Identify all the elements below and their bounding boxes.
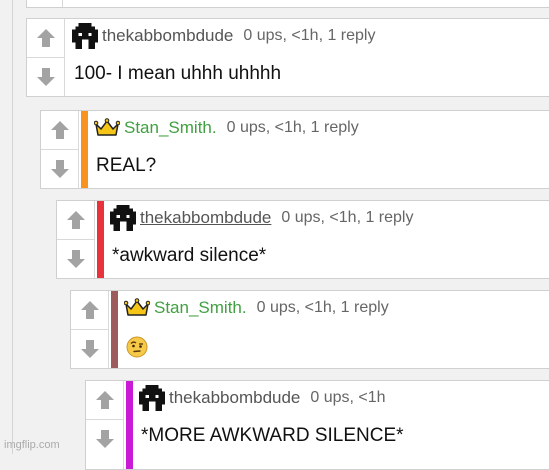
thread-depth-bar <box>111 291 118 368</box>
username[interactable]: thekabbombdude <box>102 26 233 46</box>
thread-depth-bar <box>97 201 104 278</box>
upvote-button[interactable] <box>86 381 124 420</box>
down-arrow-icon <box>96 430 114 448</box>
comment-text: 100- I mean uhhh uhhhh <box>74 63 282 84</box>
upvote-button[interactable] <box>27 19 65 58</box>
comment-text <box>126 336 148 358</box>
pixel-avatar-icon <box>110 205 136 231</box>
down-arrow-icon <box>51 160 69 178</box>
previous-comment-fragment <box>26 0 549 8</box>
pixel-avatar-icon <box>139 385 165 411</box>
downvote-button[interactable] <box>86 420 124 458</box>
raised-eyebrow-emoji <box>126 336 148 358</box>
comment-meta: Stan_Smith. 0 ups, <1h, 1 reply <box>124 296 389 320</box>
username[interactable]: thekabbombdude <box>140 208 271 228</box>
downvote-button[interactable] <box>71 330 109 368</box>
up-arrow-icon <box>67 211 85 229</box>
down-arrow-icon <box>81 340 99 358</box>
username[interactable]: Stan_Smith. <box>154 298 247 318</box>
comment-stats: 0 ups, <1h, 1 reply <box>243 27 376 44</box>
thread-depth-bar <box>81 111 88 188</box>
vote-column <box>86 381 124 469</box>
crown-icon <box>124 298 150 316</box>
comment: thekabbombdude 0 ups, <1h, 1 reply *awkw… <box>56 200 549 279</box>
comment: Stan_Smith. 0 ups, <1h, 1 reply <box>70 290 549 369</box>
downvote-button[interactable] <box>57 240 95 278</box>
comment-meta: thekabbombdude 0 ups, <1h, 1 reply <box>72 23 376 49</box>
vote-column <box>71 291 109 368</box>
thread-depth-bar <box>126 381 133 469</box>
pixel-avatar-icon <box>72 23 98 49</box>
thread-line <box>12 0 13 454</box>
down-arrow-icon <box>37 68 55 86</box>
up-arrow-icon <box>81 301 99 319</box>
upvote-button[interactable] <box>41 111 79 150</box>
comment-meta: Stan_Smith. 0 ups, <1h, 1 reply <box>94 116 359 140</box>
upvote-button[interactable] <box>57 201 95 240</box>
vote-column <box>57 201 95 278</box>
crown-icon <box>94 118 120 136</box>
vote-column <box>27 19 65 96</box>
comment-stats: 0 ups, <1h, 1 reply <box>281 209 414 226</box>
username[interactable]: thekabbombdude <box>169 388 300 408</box>
comment-text: REAL? <box>96 155 157 176</box>
downvote-button[interactable] <box>41 150 79 188</box>
comment: thekabbombdude 0 ups, <1h, 1 reply 100- … <box>26 18 549 97</box>
up-arrow-icon <box>96 391 114 409</box>
comment-stats: 0 ups, <1h, 1 reply <box>256 299 389 316</box>
comment-meta: thekabbombdude 0 ups, <1h, 1 reply <box>110 205 414 231</box>
comment-meta: thekabbombdude 0 ups, <1h <box>139 385 386 411</box>
vote-column <box>41 111 79 188</box>
comment-stats: 0 ups, <1h <box>310 389 386 406</box>
down-arrow-icon <box>67 250 85 268</box>
comment-stats: 0 ups, <1h, 1 reply <box>226 119 359 136</box>
comment: Stan_Smith. 0 ups, <1h, 1 reply REAL? <box>40 110 549 189</box>
up-arrow-icon <box>37 29 55 47</box>
comment-text: *awkward silence* <box>112 245 267 266</box>
up-arrow-icon <box>51 121 69 139</box>
username[interactable]: Stan_Smith. <box>124 118 217 138</box>
comment: thekabbombdude 0 ups, <1h *MORE AWKWARD … <box>85 380 549 470</box>
upvote-button[interactable] <box>71 291 109 330</box>
downvote-button[interactable] <box>27 58 65 96</box>
comment-text: *MORE AWKWARD SILENCE* <box>141 425 404 446</box>
watermark: imgflip.com <box>4 439 60 451</box>
